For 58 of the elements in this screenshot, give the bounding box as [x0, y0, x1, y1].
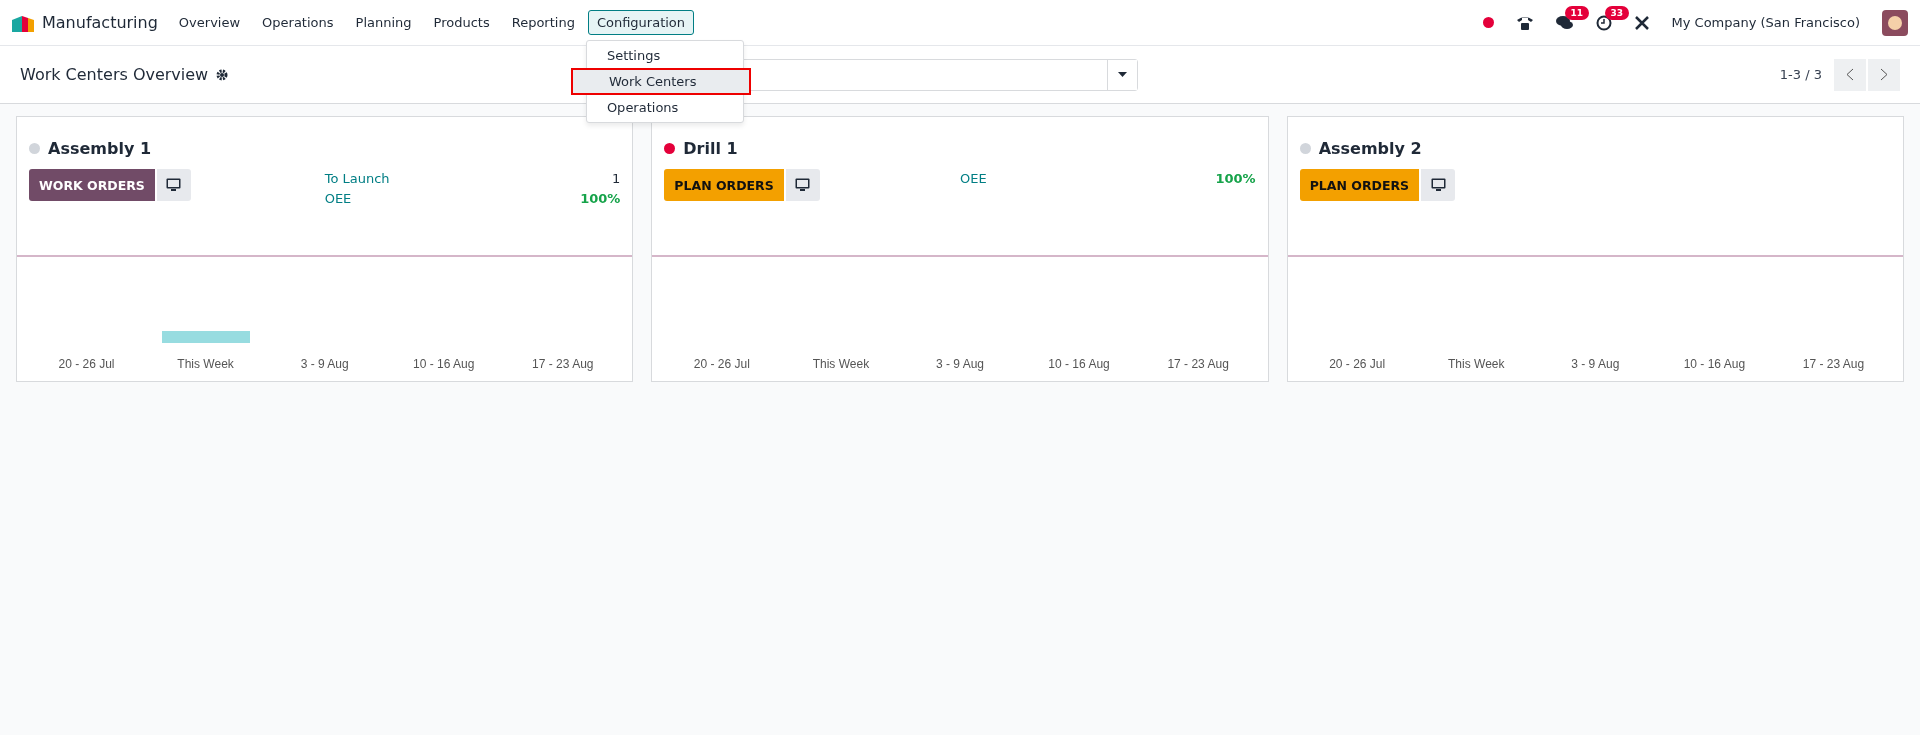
week-label: 17 - 23 Aug: [1167, 357, 1229, 371]
metric-label[interactable]: OEE: [324, 189, 352, 209]
filter-toggle[interactable]: [1107, 59, 1138, 90]
notification-badge: 33: [1604, 5, 1630, 20]
dropdown-item[interactable]: Settings: [586, 44, 743, 67]
week-label: 3 - 9 Aug: [935, 357, 984, 371]
week-label: 17 - 23 Aug: [1802, 357, 1865, 371]
metric-value: 100%: [580, 190, 621, 208]
dropdown-item[interactable]: Work Centers: [570, 68, 751, 95]
menu-item[interactable]: Planning: [346, 10, 421, 35]
app-logo-icon: [12, 13, 34, 32]
week-label: 20 - 26 Jul: [1329, 357, 1386, 371]
status-dot-icon: [1482, 17, 1494, 28]
phone-icon[interactable]: [1515, 14, 1534, 31]
week-label: 3 - 9 Aug: [1571, 357, 1620, 371]
orders-button[interactable]: PLAN ORDERS: [664, 169, 784, 201]
week-label: 20 - 26 Jul: [58, 357, 115, 371]
user-avatar[interactable]: [1882, 9, 1908, 36]
card-title: Drill 1: [683, 138, 738, 158]
week-label: This Week: [1448, 357, 1505, 371]
notification-badge: 11: [1564, 5, 1590, 20]
card-title: Assembly 1: [48, 138, 152, 158]
week-label: 10 - 16 Aug: [1683, 357, 1746, 371]
week-label: This Week: [177, 357, 234, 371]
app-name[interactable]: Manufacturing: [42, 13, 158, 32]
card-title: Assembly 2: [1318, 138, 1422, 158]
week-label: This Week: [812, 357, 870, 371]
dropdown-item[interactable]: Operations: [586, 96, 743, 119]
week-label: 10 - 16 Aug: [413, 357, 475, 371]
monitor-icon: [166, 178, 182, 192]
monitor-icon: [1430, 178, 1446, 192]
orders-button[interactable]: PLAN ORDERS: [1299, 169, 1420, 201]
menu-item[interactable]: Products: [424, 10, 499, 35]
menu-item[interactable]: Overview: [169, 10, 250, 35]
work-order-display-button[interactable]: [154, 169, 191, 201]
company-switcher[interactable]: My Company (San Francisco): [1671, 15, 1860, 30]
menu-item[interactable]: Operations: [253, 10, 343, 35]
chevron-right-icon: [1880, 68, 1888, 81]
metric-value: 100%: [1215, 170, 1256, 188]
work-order-display-button[interactable]: [783, 169, 820, 201]
orders-button[interactable]: WORK ORDERS: [29, 169, 155, 201]
page-title: Work Centers Overview: [20, 65, 209, 84]
metric-label[interactable]: OEE: [960, 169, 987, 189]
gear-icon[interactable]: [216, 68, 229, 81]
menu-item[interactable]: Reporting: [502, 10, 584, 35]
work-order-display-button[interactable]: [1419, 169, 1456, 201]
metric-value: 1: [612, 170, 621, 188]
pager-value: 1-3 / 3: [1779, 67, 1822, 82]
monitor-icon: [795, 178, 811, 192]
week-label: 3 - 9 Aug: [300, 357, 349, 371]
week-label: 17 - 23 Aug: [532, 357, 594, 371]
week-label: 10 - 16 Aug: [1048, 357, 1110, 371]
chevron-left-icon: [1846, 68, 1854, 81]
clock-icon[interactable]: [1595, 14, 1612, 31]
week-label: 20 - 26 Jul: [693, 357, 750, 371]
menu-item[interactable]: Configuration: [587, 10, 695, 35]
caret-icon: [1118, 72, 1128, 77]
metric-label[interactable]: To Launch: [324, 169, 390, 189]
